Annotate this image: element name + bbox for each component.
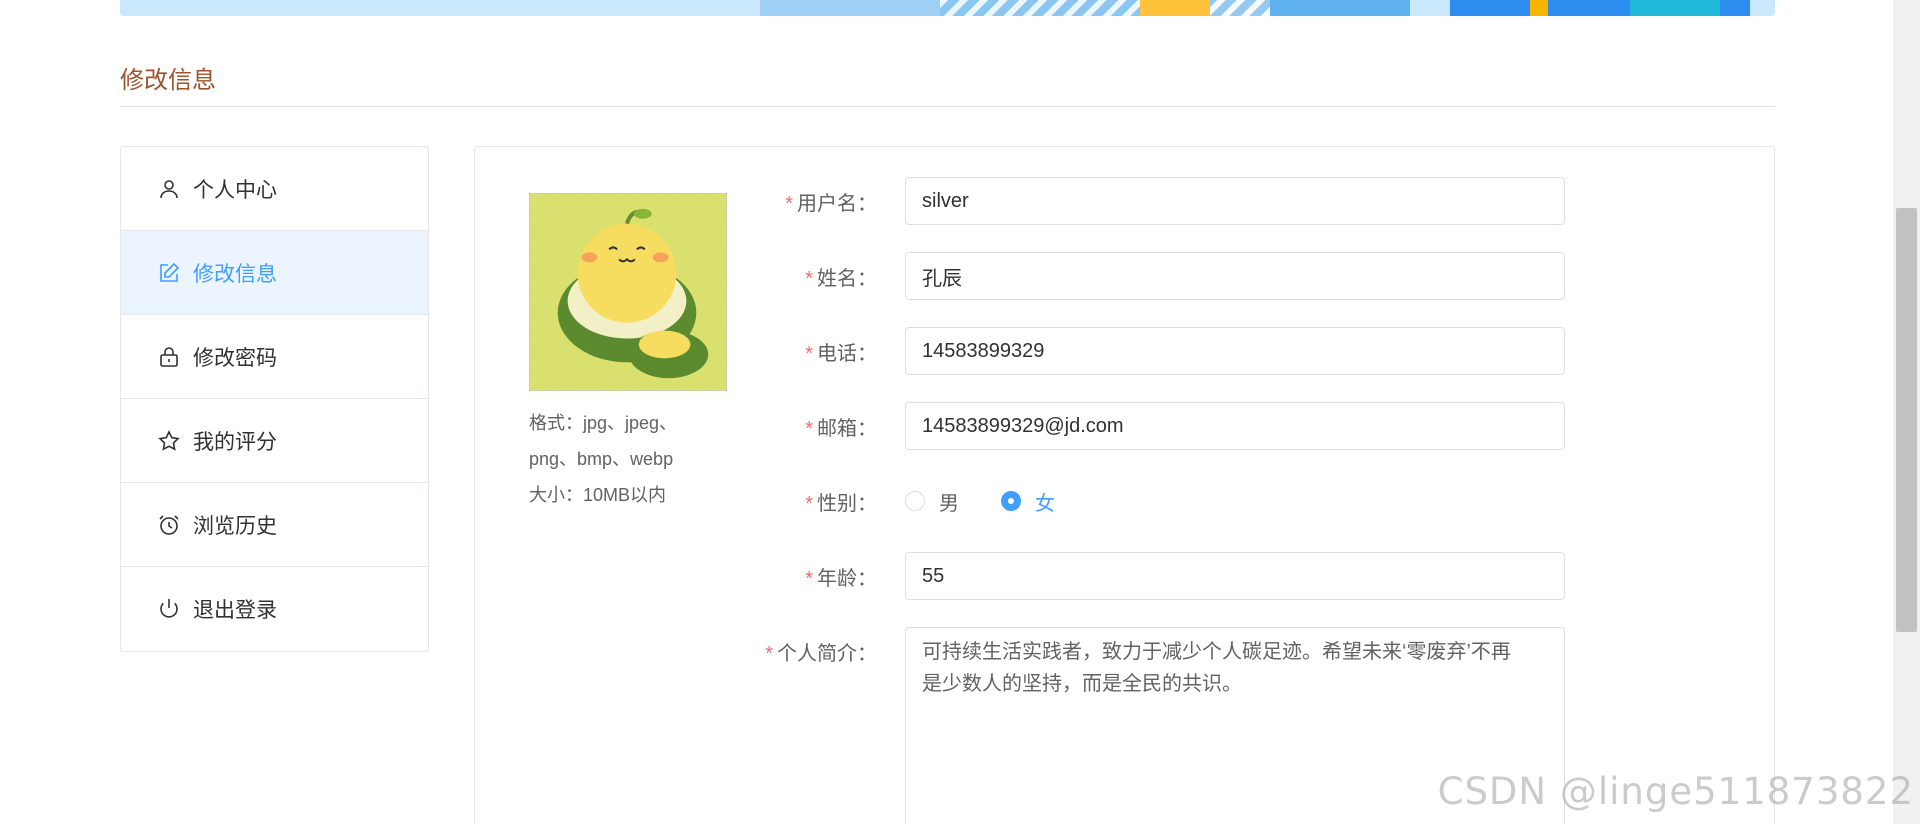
sidebar-item-label: 修改信息	[193, 262, 277, 286]
upload-format-tip: 格式：jpg、jpeg、 png、bmp、webp 大小：10MB以内	[529, 413, 678, 505]
watermark-text: CSDN @linge511873822	[1437, 770, 1914, 813]
lock-icon	[157, 345, 181, 369]
edit-info-panel: 格式：jpg、jpeg、 png、bmp、webp 大小：10MB以内 * 用户名…	[474, 146, 1775, 824]
avatar-upload[interactable]	[529, 193, 727, 391]
age-label: * 年龄：	[805, 567, 877, 590]
user-icon	[157, 177, 181, 201]
sidebar-item-change-password[interactable]: 修改密码	[121, 315, 428, 399]
gender-radio-group: 男 女	[905, 477, 1097, 525]
top-banner-image	[120, 0, 1775, 16]
sidebar-menu: 个人中心 修改信息 修改密码 我的评分 浏览历史 退出登录	[120, 146, 429, 652]
gender-radio-female[interactable]: 女	[1001, 487, 1055, 516]
email-input[interactable]: 14583899329@jd.com	[905, 402, 1565, 450]
name-label: * 姓名：	[805, 267, 877, 290]
phone-input[interactable]: 14583899329	[905, 327, 1565, 375]
form-row-email: * 邮箱： 14583899329@jd.com	[705, 402, 1565, 450]
sidebar-item-profile[interactable]: 个人中心	[121, 147, 428, 231]
form-row-bio: * 个人简介： 可持续生活实践者，致力于减少个人碳足迹。希望未来‘零废弃’不再是少…	[705, 627, 1565, 824]
username-label: * 用户名：	[785, 192, 877, 215]
form-row-name: * 姓名： 孔辰	[705, 252, 1565, 300]
star-icon	[157, 429, 181, 453]
page-scrollbar[interactable]	[1893, 0, 1920, 824]
sidebar-item-label: 我的评分	[193, 430, 277, 454]
radio-circle	[905, 491, 925, 511]
email-label: * 邮箱：	[805, 417, 877, 440]
sidebar-item-label: 修改密码	[193, 346, 277, 370]
username-input[interactable]: silver	[905, 177, 1565, 225]
name-input[interactable]: 孔辰	[905, 252, 1565, 300]
edit-icon	[157, 261, 181, 285]
sidebar-item-label: 浏览历史	[193, 514, 277, 538]
sidebar-item-edit-info[interactable]: 修改信息	[121, 231, 428, 315]
gender-radio-male[interactable]: 男	[905, 487, 959, 516]
alarm-clock-icon	[157, 513, 181, 537]
form-row-phone: * 电话： 14583899329	[705, 327, 1565, 375]
bio-label: * 个人简介：	[765, 643, 877, 665]
radio-circle-checked	[1001, 491, 1021, 511]
sidebar-item-history[interactable]: 浏览历史	[121, 483, 428, 567]
scrollbar-thumb[interactable]	[1896, 208, 1917, 632]
gender-label: * 性别：	[805, 492, 877, 515]
sidebar-item-label: 退出登录	[193, 599, 277, 622]
durian-avatar-image	[530, 194, 726, 390]
title-divider	[120, 106, 1775, 107]
form-row-age: * 年龄： 55	[705, 552, 1565, 600]
age-input[interactable]: 55	[905, 552, 1565, 600]
phone-label: * 电话：	[805, 342, 877, 365]
sidebar-item-label: 个人中心	[193, 178, 277, 202]
form-row-username: * 用户名： silver	[705, 177, 1565, 225]
form-row-gender: * 性别： 男 女	[705, 477, 1097, 525]
power-icon	[157, 597, 181, 621]
page-title: 修改信息	[120, 67, 216, 94]
sidebar-item-my-ratings[interactable]: 我的评分	[121, 399, 428, 483]
sidebar-item-logout[interactable]: 退出登录	[121, 567, 428, 651]
